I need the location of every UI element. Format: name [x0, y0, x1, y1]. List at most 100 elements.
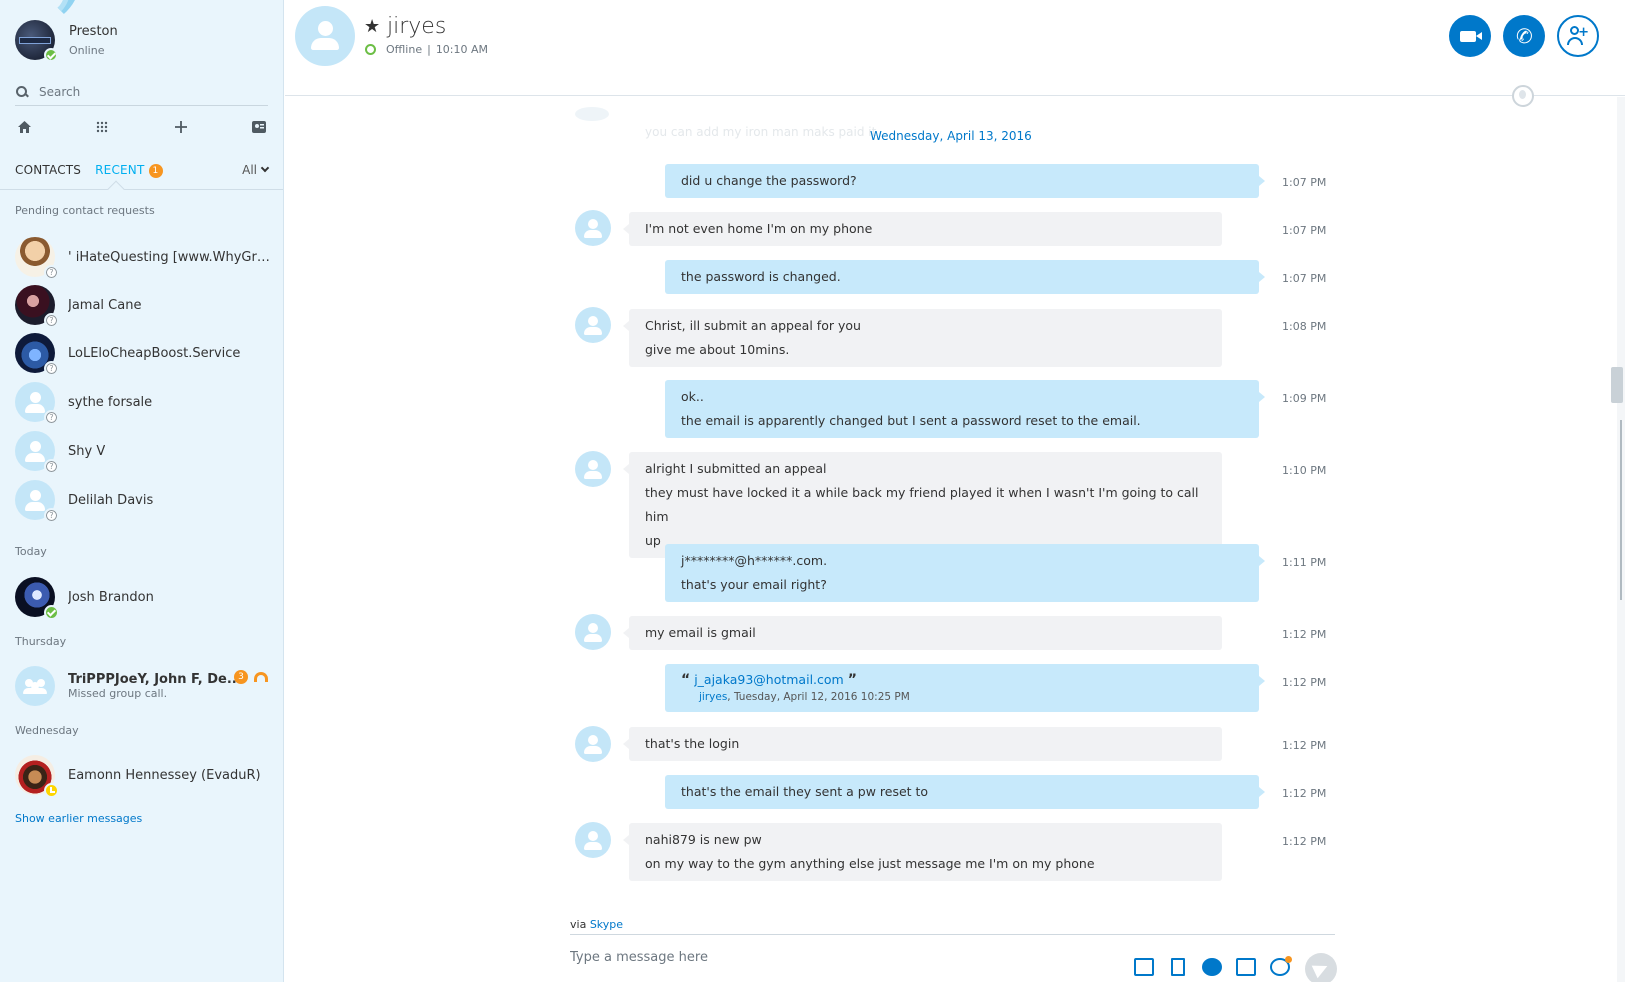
contact-item[interactable]: ? sythe forsale	[15, 382, 270, 425]
message-bubble-sent[interactable]: did u change the password?	[665, 164, 1265, 198]
default-avatar-icon[interactable]	[575, 451, 611, 487]
open-quote-icon: “	[681, 672, 691, 688]
via-prefix: via	[570, 918, 587, 931]
contact-item[interactable]: ? Shy V	[15, 431, 270, 474]
message-text: Christ, ill submit an appeal for you	[645, 318, 861, 333]
default-avatar-icon[interactable]	[295, 6, 355, 66]
contact-item[interactable]: ? LoLEloCheapBoost.Service	[15, 333, 270, 376]
contact-item[interactable]: ? Delilah Davis	[15, 480, 270, 523]
message-bubble-received[interactable]: alright I submitted an appeal they must …	[623, 452, 1222, 558]
message-text: the password is changed.	[681, 269, 841, 284]
send-icon	[1311, 959, 1331, 979]
send-file-icon[interactable]	[1134, 958, 1154, 976]
message-text: that's the login	[645, 736, 740, 751]
message-list[interactable]: you can add my iron man maks paid it Wed…	[285, 97, 1610, 907]
message-bubble-sent[interactable]: that's the email they sent a pw reset to	[665, 775, 1265, 809]
add-people-button[interactable]: +	[1557, 15, 1599, 57]
section-pending: Pending contact requests	[15, 204, 155, 217]
default-avatar-icon[interactable]	[575, 210, 611, 246]
message-text: the email is apparently changed but I se…	[681, 413, 1141, 428]
dialpad-icon[interactable]	[93, 118, 111, 136]
faded-avatar	[575, 107, 609, 121]
default-avatar-icon[interactable]	[575, 822, 611, 858]
message-bubble-received[interactable]: my email is gmail	[623, 616, 1222, 650]
contact-name: Delilah Davis	[68, 492, 154, 508]
contact-card-icon[interactable]	[1236, 958, 1256, 976]
missed-call-text: Missed group call.	[68, 687, 168, 700]
missed-call-icon	[254, 672, 268, 682]
emoticon-icon[interactable]	[1270, 956, 1292, 976]
default-avatar-icon: ?	[15, 480, 59, 523]
message-bubble-sent[interactable]: ok.. the email is apparently changed but…	[665, 380, 1265, 438]
my-name: Preston	[69, 23, 118, 39]
message-input[interactable]	[570, 950, 1130, 965]
scrollbar-thumb[interactable]	[1611, 367, 1623, 403]
message-time: 1:12 PM	[1282, 835, 1327, 848]
message-bubble-received[interactable]: Christ, ill submit an appeal for you giv…	[623, 309, 1222, 367]
message-time: 1:12 PM	[1282, 676, 1327, 689]
tab-recent[interactable]: RECENT 1	[95, 163, 163, 178]
contact-item-group[interactable]: TriPPPJoeY, John F, De... Missed group c…	[15, 666, 270, 706]
avatar: ?	[15, 237, 59, 280]
my-status[interactable]: Online	[69, 42, 118, 59]
message-time: 1:07 PM	[1282, 272, 1327, 285]
search-input[interactable]	[39, 84, 239, 99]
contact-item[interactable]: Eamonn Hennessey (EvaduR)	[15, 755, 270, 798]
show-earlier-link[interactable]: Show earlier messages	[15, 812, 142, 825]
avatar: ?	[15, 285, 59, 328]
quoted-email-link[interactable]: j_ajaka93@hotmail.com	[694, 672, 844, 687]
message-text: ok..	[681, 389, 704, 404]
status-text: Offline	[386, 43, 423, 56]
video-message-icon[interactable]	[1202, 958, 1222, 976]
document-icon[interactable]	[1171, 958, 1185, 976]
skype-link[interactable]: Skype	[590, 918, 623, 931]
message-bubble-received[interactable]: I'm not even home I'm on my phone	[623, 212, 1222, 246]
message-text: j********@h******.com.	[681, 553, 828, 568]
status-separator: |	[427, 43, 431, 56]
group-avatar-icon	[15, 666, 55, 706]
home-icon[interactable]	[15, 118, 33, 136]
default-avatar-icon[interactable]	[575, 726, 611, 762]
message-text: on my way to the gym anything else just …	[645, 856, 1095, 871]
default-avatar-icon[interactable]	[575, 614, 611, 650]
add-person-icon: +	[1567, 26, 1589, 46]
video-call-button[interactable]	[1449, 15, 1491, 57]
via-skype: via Skype	[570, 918, 623, 931]
chevron-down-icon	[260, 163, 270, 173]
conversation-title[interactable]: jiryes	[387, 14, 446, 39]
message-bubble-quote[interactable]: “ j_ajaka93@hotmail.com ” jiryes, Tuesda…	[665, 664, 1265, 712]
send-button[interactable]	[1305, 953, 1337, 982]
message-bubble-sent[interactable]: the password is changed.	[665, 260, 1265, 294]
message-text: they must have locked it a while back my…	[645, 485, 1199, 524]
avatar	[15, 577, 59, 620]
scrollbar-indicator	[1620, 420, 1622, 600]
quote-meta: jiryes, Tuesday, April 12, 2016 10:25 PM	[699, 689, 1243, 705]
search-box[interactable]	[15, 78, 268, 106]
contact-name: Josh Brandon	[68, 589, 154, 605]
default-avatar-icon[interactable]	[575, 307, 611, 343]
plus-icon[interactable]	[172, 118, 190, 136]
quote-author[interactable]: jiryes	[699, 691, 727, 703]
message-bubble-sent[interactable]: j********@h******.com. that's your email…	[665, 544, 1265, 602]
filter-dropdown[interactable]: All	[242, 163, 270, 177]
message-bubble-received[interactable]: that's the login	[623, 727, 1222, 761]
default-avatar-icon: ?	[15, 431, 59, 474]
my-avatar[interactable]	[15, 20, 58, 62]
message-text: nahi879 is new pw	[645, 832, 762, 847]
offline-status-icon	[365, 44, 376, 55]
contact-item[interactable]: ? Jamal Cane	[15, 285, 270, 328]
avatar	[15, 755, 59, 798]
sidebar-toolbar	[15, 117, 268, 137]
message-time: 1:12 PM	[1282, 739, 1327, 752]
contact-item[interactable]: ? ' iHateQuesting [www.WhyGrin...	[15, 237, 270, 280]
contact-item[interactable]: Josh Brandon	[15, 577, 270, 620]
contacts-icon[interactable]	[250, 118, 268, 136]
voice-call-button[interactable]: ✆	[1503, 15, 1545, 57]
star-icon[interactable]: ★	[364, 16, 380, 37]
section-wednesday: Wednesday	[15, 724, 79, 737]
tab-contacts[interactable]: CONTACTS	[15, 163, 81, 177]
my-profile[interactable]: Preston Online	[15, 20, 118, 62]
compose-toolbar	[1134, 956, 1304, 976]
message-bubble-received[interactable]: nahi879 is new pw on my way to the gym a…	[623, 823, 1222, 881]
pending-status-icon: ?	[44, 459, 59, 474]
